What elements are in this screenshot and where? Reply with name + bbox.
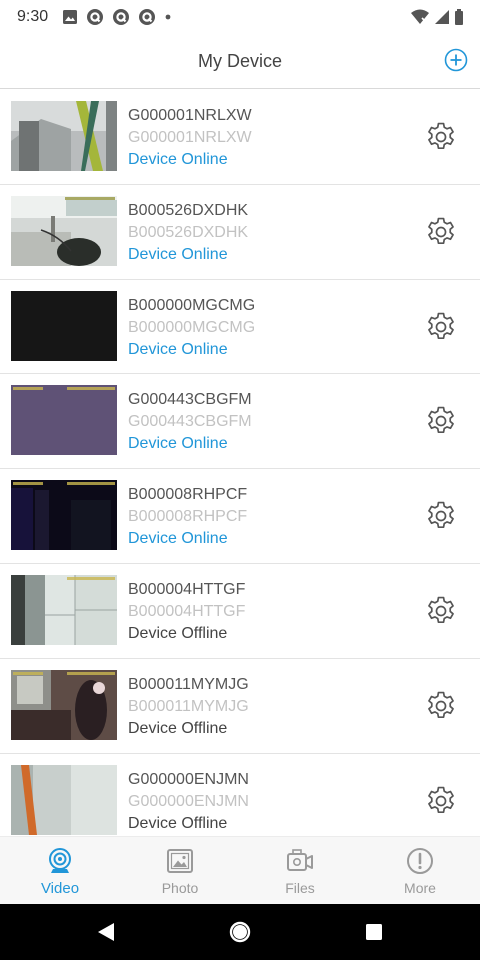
device-id: G000443CBGFM <box>128 413 252 431</box>
gear-icon[interactable] <box>424 689 458 723</box>
device-name: G000000ENJMN <box>128 770 249 788</box>
device-row[interactable]: G000000ENJMN G000000ENJMN Device Offline <box>0 753 480 836</box>
gear-icon[interactable] <box>424 784 458 818</box>
device-row[interactable]: B000000MGCMG B000000MGCMG Device Online <box>0 279 480 375</box>
battery-icon <box>455 9 463 25</box>
device-status: Device Online <box>128 435 228 453</box>
home-icon[interactable] <box>228 920 252 944</box>
device-row[interactable]: B000526DXDHK B000526DXDHK Device Online <box>0 184 480 280</box>
back-icon[interactable] <box>94 920 118 944</box>
q-app-icon <box>139 9 155 25</box>
device-thumbnail[interactable] <box>11 480 117 551</box>
device-status: Device Offline <box>128 814 228 832</box>
device-name: B000008RHPCF <box>128 486 248 504</box>
gear-icon[interactable] <box>424 404 458 438</box>
device-row[interactable]: B000011MYMJG B000011MYMJG Device Offline <box>0 658 480 754</box>
device-row[interactable]: G000001NRLXW G000001NRLXW Device Online <box>0 90 480 185</box>
status-time: 9:30 <box>17 8 49 25</box>
device-name: B000004HTTGF <box>128 580 246 598</box>
device-name: G000443CBGFM <box>128 391 252 409</box>
device-status: Device Online <box>128 245 228 263</box>
tab-label: More <box>404 880 436 896</box>
device-row[interactable]: B000004HTTGF B000004HTTGF Device Offline <box>0 563 480 659</box>
device-status: Device Online <box>128 530 228 548</box>
device-name: G000001NRLXW <box>128 107 252 124</box>
device-row[interactable]: B000008RHPCF B000008RHPCF Device Online <box>0 469 480 564</box>
page-title: My Device <box>197 51 282 71</box>
tab-label: Files <box>285 880 315 896</box>
gear-icon[interactable] <box>424 310 458 344</box>
tab-photo[interactable]: Photo <box>120 837 240 904</box>
device-status: Device Online <box>128 340 228 358</box>
tab-label: Video <box>40 880 80 897</box>
device-row[interactable]: G000443CBGFM G000443CBGFM Device Online <box>0 374 480 470</box>
device-thumbnail[interactable] <box>11 574 117 645</box>
device-thumbnail[interactable] <box>11 385 117 456</box>
recents-icon[interactable] <box>362 920 386 944</box>
tab-files[interactable]: Files <box>240 837 360 904</box>
info-circle-icon <box>407 848 433 874</box>
device-status: Device Offline <box>128 719 228 737</box>
signal-icon <box>435 10 449 24</box>
gear-icon[interactable] <box>424 594 458 628</box>
device-id: B000000MGCMG <box>128 318 256 336</box>
tab-more[interactable]: More <box>360 837 480 904</box>
device-id: B000526DXDHK <box>128 223 249 241</box>
device-id: G000001NRLXW <box>128 129 252 146</box>
q-app-icon <box>113 9 129 25</box>
system-icons <box>410 9 464 25</box>
status-bar: 9:30 <box>0 0 480 34</box>
app-header: My Device <box>0 34 480 89</box>
device-thumbnail[interactable] <box>11 195 117 266</box>
dot-icon <box>165 14 171 20</box>
device-id: B000008RHPCF <box>128 508 248 526</box>
gear-icon[interactable] <box>424 499 458 533</box>
bottom-tab-bar: Video Photo Files More <box>0 836 480 904</box>
device-list[interactable]: G000001NRLXW G000001NRLXW Device Online … <box>0 90 480 836</box>
device-id: B000004HTTGF <box>128 602 246 620</box>
device-thumbnail[interactable] <box>11 290 117 361</box>
device-thumbnail[interactable] <box>11 669 117 740</box>
device-status: Device Online <box>128 151 228 168</box>
tab-video[interactable]: Video <box>0 837 120 904</box>
q-app-icon <box>87 9 103 25</box>
webcam-icon <box>49 848 71 873</box>
device-name: B000526DXDHK <box>128 201 249 219</box>
gear-icon[interactable] <box>424 215 458 249</box>
device-thumbnail[interactable] <box>11 101 117 171</box>
gear-icon[interactable] <box>424 120 458 154</box>
device-name: B000000MGCMG <box>128 296 256 314</box>
notification-icons <box>62 9 172 25</box>
device-id: B000011MYMJG <box>128 697 249 715</box>
device-id: G000000ENJMN <box>128 792 249 810</box>
camera-files-icon <box>287 849 313 871</box>
device-status: Device Offline <box>128 624 228 642</box>
tab-label: Photo <box>161 880 199 896</box>
photo-icon <box>167 849 193 873</box>
device-thumbnail[interactable] <box>11 764 117 835</box>
add-device-button[interactable] <box>444 48 468 72</box>
device-name: B000011MYMJG <box>128 675 249 693</box>
image-icon <box>63 10 77 24</box>
system-nav-bar <box>0 904 480 960</box>
wifi-x-icon <box>411 9 429 24</box>
